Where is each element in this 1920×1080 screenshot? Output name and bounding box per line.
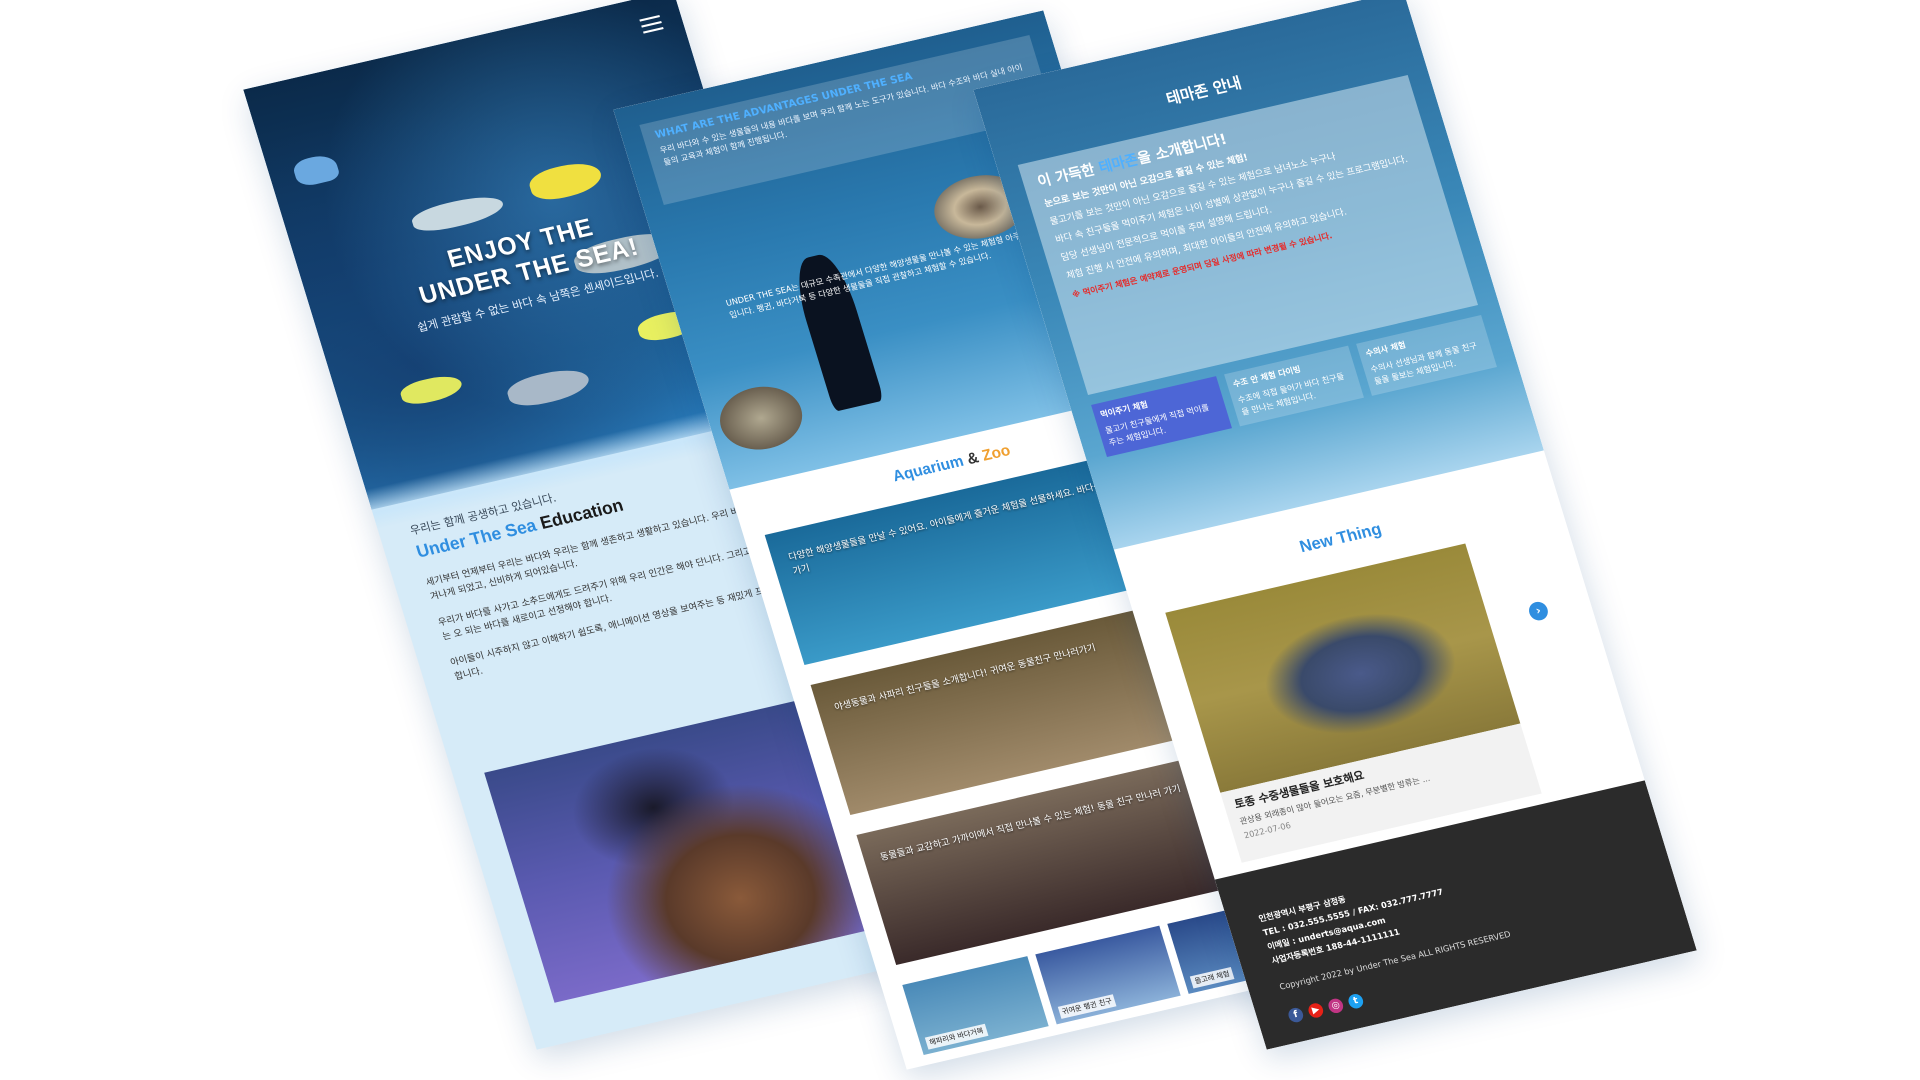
- fish-illustration: [409, 191, 507, 236]
- fish-illustration: [526, 158, 606, 205]
- thumbnail-item[interactable]: 귀여운 펭귄 친구: [1034, 925, 1182, 1025]
- thumbnail-item[interactable]: 해파리와 바다거북: [902, 956, 1049, 1056]
- next-arrow-icon[interactable]: ›: [1526, 600, 1551, 623]
- mockup-stage: ENJOY THE UNDER THE SEA! 쉽게 관람할 수 없는 바다 …: [0, 0, 1920, 1080]
- fish-illustration: [398, 371, 465, 408]
- whale-logo-icon[interactable]: [291, 152, 342, 189]
- advantages-text: 우리 바다와 수 있는 생물들의 내용 바다를 보며 우리 함께 노는 도구가 …: [658, 62, 1024, 168]
- facebook-icon[interactable]: f: [1286, 1006, 1305, 1024]
- hamburger-menu-icon[interactable]: [639, 14, 664, 34]
- card-caption: 야생동물과 사파리 친구들을 소개합니다! 귀여운 동물친구 만나러가기: [833, 643, 1098, 714]
- instagram-icon[interactable]: ◎: [1326, 997, 1345, 1015]
- youtube-icon[interactable]: ▶: [1306, 1001, 1325, 1020]
- twitter-icon[interactable]: t: [1346, 992, 1365, 1010]
- intro-text: UNDER THE SEA는 대규모 수족관에서 다양한 해양생물을 만나볼 수…: [724, 226, 1044, 321]
- turtle-photo: [711, 378, 811, 458]
- fish-illustration: [504, 364, 593, 411]
